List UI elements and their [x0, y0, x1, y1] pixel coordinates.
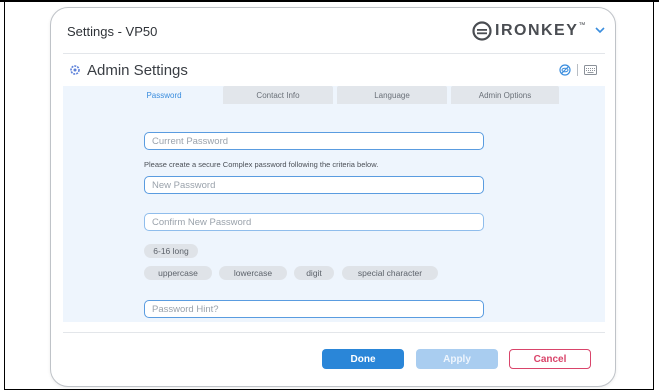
criteria-length-badge: 6-16 long: [144, 244, 198, 258]
tab-contact-info[interactable]: Contact Info: [223, 86, 333, 104]
title-divider: [63, 53, 605, 54]
apply-button[interactable]: Apply: [416, 349, 498, 369]
confirm-password-input[interactable]: [144, 213, 484, 231]
settings-panel: Password Contact Info Language Admin Opt…: [63, 86, 605, 322]
current-password-input[interactable]: [144, 132, 484, 150]
brand-name: IRONKEY: [495, 22, 579, 39]
keyboard-icon[interactable]: [584, 65, 597, 75]
footer-divider: [63, 332, 605, 333]
brand-logo[interactable]: IRONKEY ™: [471, 20, 605, 42]
settings-window: Settings - VP50 IRONKEY ™ Admin Settings: [50, 7, 616, 387]
admin-header: Admin Settings: [69, 60, 188, 80]
criteria-uppercase-badge: uppercase: [144, 266, 212, 280]
password-criteria-text: Please create a secure Complex password …: [144, 160, 379, 169]
chevron-down-icon[interactable]: [595, 25, 605, 37]
criteria-special-character-badge: special character: [342, 266, 438, 280]
new-password-input[interactable]: [144, 176, 484, 194]
header-icons: [559, 64, 597, 76]
tab-password[interactable]: Password: [109, 86, 219, 104]
tab-language[interactable]: Language: [337, 86, 447, 104]
brand-trademark: ™: [578, 22, 586, 29]
ironkey-logo-icon: [472, 21, 492, 41]
tab-bar: Password Contact Info Language Admin Opt…: [109, 86, 563, 106]
title-bar: Settings - VP50 IRONKEY ™: [51, 8, 615, 46]
criteria-lowercase-badge: lowercase: [219, 266, 287, 280]
tab-admin-options[interactable]: Admin Options: [451, 86, 559, 104]
icon-separator: [577, 64, 578, 76]
password-hint-input[interactable]: [144, 300, 484, 318]
criteria-digit-badge: digit: [294, 266, 334, 280]
eye-slash-icon[interactable]: [559, 64, 571, 76]
gear-icon: [70, 65, 80, 75]
page-title: Admin Settings: [87, 61, 188, 79]
done-button[interactable]: Done: [322, 349, 404, 369]
window-title: Settings - VP50: [67, 24, 158, 39]
cancel-button[interactable]: Cancel: [509, 349, 591, 369]
